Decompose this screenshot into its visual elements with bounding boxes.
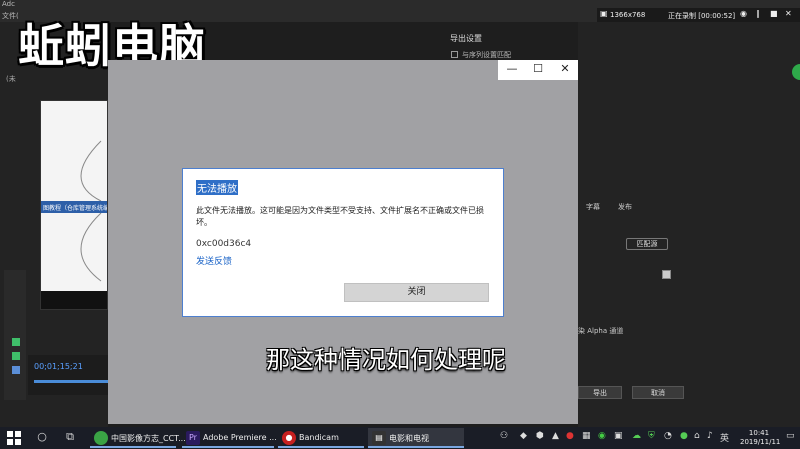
sequence-label: (未 [6,75,16,83]
video-subtitle: 那这种情况如何处理呢 [266,346,506,374]
settings-checkbox[interactable] [662,270,671,279]
tray-icon[interactable]: ⬢ [536,431,544,441]
screen: Adc 文件( (未 图教程（仓库管理系统编 00;01;15;21 导出设置 … [0,0,800,449]
stop-icon[interactable]: ■ [770,9,778,18]
network-icon[interactable]: ⌂ [694,431,700,441]
tray-icon[interactable]: ▦ [582,431,591,441]
premiere-app-name: Adc [2,0,15,8]
close-button[interactable]: 关闭 [344,283,489,302]
match-source-button[interactable]: 匹配源 [626,238,668,250]
shield-icon[interactable]: ⛨ [648,431,655,441]
send-feedback-link[interactable]: 发送反馈 [196,254,232,267]
dialog-title: 无法播放 [196,180,238,195]
timecode[interactable]: 00;01;15;21 [34,362,83,371]
bandicam-icon: ● [282,431,296,445]
notification-icon[interactable]: ▭ [786,431,795,441]
recording-resolution: 1366x768 [610,11,646,19]
camera-icon[interactable]: ◉ [740,9,747,18]
dialog-message: 此文件无法播放。这可能是因为文件类型不受支持、文件扩展名不正确或文件已损坏。 [196,206,484,227]
error-code: 0xc00d36c4 [196,239,252,249]
windows-start-icon[interactable] [6,430,22,446]
ime-indicator[interactable]: 英 [720,431,729,444]
taskbar-app-label: 电影和电视 [389,434,429,443]
export-settings-title: 导出设置 [450,34,482,43]
tray-icon[interactable]: ● [680,431,688,441]
menu-file[interactable]: 文件( [2,11,19,21]
taskbar-app-label: Adobe Premiere ... [203,433,277,442]
timeline-playbar[interactable] [34,380,108,383]
taskbar-app-movies-tv[interactable]: ▤ 电影和电视 [368,428,464,448]
blue-label-swatch [12,366,20,374]
tray-icon[interactable]: ◉ [598,431,606,441]
minimize-icon[interactable]: — [500,62,524,75]
maximize-icon[interactable]: ☐ [526,62,550,75]
match-sequence-checkbox[interactable] [451,51,458,58]
tools-panel [4,270,26,400]
clock[interactable]: 10:41 2019/11/11 [740,429,781,447]
program-monitor-preview: 图教程（仓库管理系统编 [40,100,108,310]
cancel-button[interactable]: 取消 [632,386,684,399]
wechat-icon[interactable]: ☁ [632,431,641,441]
clapperboard-icon: ▤ [372,431,386,445]
people-icon[interactable]: ⚇ [500,431,508,441]
green-label-swatch [12,338,20,346]
tray-icon[interactable]: ◔ [664,431,672,441]
export-button[interactable]: 导出 [578,386,622,399]
export-settings-panel [578,22,800,427]
preview-banner-text: 图教程（仓库管理系统编 [43,205,108,212]
green-label-swatch [12,352,20,360]
premiere-icon: Pr [186,431,200,445]
screen-icon[interactable]: ▣ [600,9,608,18]
taskbar-app-bandicam[interactable]: ● Bandicam [278,428,364,448]
preview-taskbar [41,291,107,309]
tray-icon[interactable]: ▲ [552,431,559,441]
recording-status: 正在录制 [00:00:52] [668,12,736,20]
cortana-icon[interactable]: ○ [34,430,50,443]
render-alpha-label: 染 Alpha 通道 [578,327,624,335]
pause-icon[interactable]: ∥ [756,9,760,18]
tab-publish[interactable]: 发布 [618,202,632,212]
chrome-icon [94,431,108,445]
taskbar-app-premiere[interactable]: Pr Adobe Premiere ... [182,428,277,448]
clock-time: 10:41 [748,429,770,437]
taskbar-app-chrome[interactable]: 中国影像方志_CCT... [90,428,186,448]
task-view-icon[interactable]: ⧉ [62,430,78,444]
close-icon[interactable]: ✕ [785,9,792,18]
taskbar-app-label: Bandicam [299,433,339,442]
timeline-panel [28,355,108,395]
tray-icon[interactable]: ◆ [520,431,527,441]
tray-icon[interactable]: ▣ [614,431,623,441]
volume-icon[interactable]: ♪ [707,431,713,441]
match-sequence-label: 与序列设置匹配 [462,51,511,59]
close-window-icon[interactable]: ✕ [553,62,577,75]
taskbar-app-label: 中国影像方志_CCT... [111,434,186,443]
tab-captions[interactable]: 字幕 [586,202,600,212]
clock-date: 2019/11/11 [740,438,781,446]
bandicam-tray-icon[interactable]: ● [566,431,574,441]
